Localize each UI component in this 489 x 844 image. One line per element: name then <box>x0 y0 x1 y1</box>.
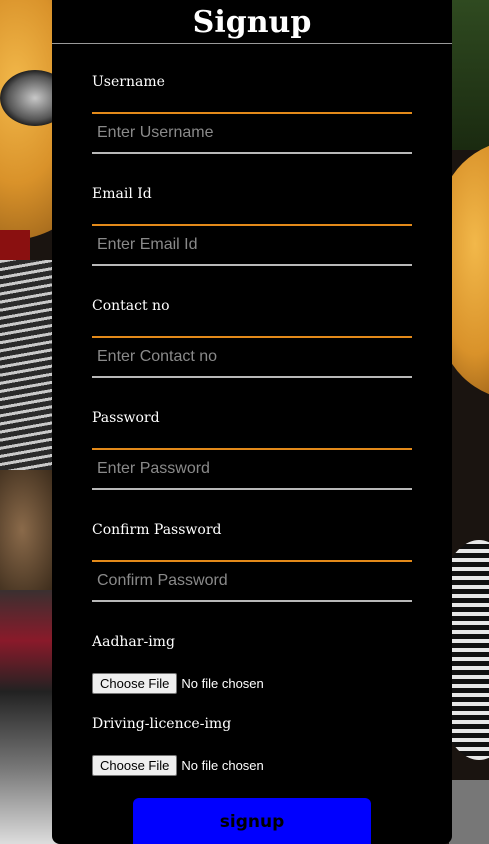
password-input[interactable] <box>92 448 412 490</box>
aadhar-label: Aadhar-img <box>92 634 175 650</box>
contact-field: Contact no <box>92 296 412 378</box>
username-input[interactable] <box>92 112 412 154</box>
username-field: Username <box>92 72 412 154</box>
licence-file-control: Choose File No file chosen <box>92 754 412 776</box>
email-field: Email Id <box>92 184 412 266</box>
ground-right <box>449 780 489 844</box>
password-label: Password <box>92 410 160 426</box>
signup-form: Signup Username Email Id Contact no Pass… <box>52 0 452 844</box>
confirm-password-field: Confirm Password <box>92 520 412 602</box>
licence-upload: Driving-licence-img Choose File No file … <box>92 714 412 776</box>
contact-input[interactable] <box>92 336 412 378</box>
licence-file-status: No file chosen <box>181 757 264 773</box>
email-input[interactable] <box>92 224 412 266</box>
confirm-password-label: Confirm Password <box>92 522 222 538</box>
licence-choose-file-button[interactable]: Choose File <box>92 754 178 776</box>
confirm-password-input[interactable] <box>92 560 412 602</box>
bike-seat <box>0 470 55 590</box>
signup-button[interactable]: signup <box>133 798 371 844</box>
contact-label: Contact no <box>92 298 170 314</box>
aadhar-file-status: No file chosen <box>181 675 264 691</box>
licence-label: Driving-licence-img <box>92 716 232 732</box>
email-label: Email Id <box>92 186 152 202</box>
aadhar-choose-file-button[interactable]: Choose File <box>92 672 178 694</box>
bike-lower-left <box>0 590 60 844</box>
page-title: Signup <box>52 0 452 44</box>
foliage-right <box>449 0 489 150</box>
password-field: Password <box>92 408 412 490</box>
aadhar-upload: Aadhar-img Choose File No file chosen <box>92 632 412 694</box>
username-label: Username <box>92 74 165 90</box>
aadhar-file-control: Choose File No file chosen <box>92 672 412 694</box>
